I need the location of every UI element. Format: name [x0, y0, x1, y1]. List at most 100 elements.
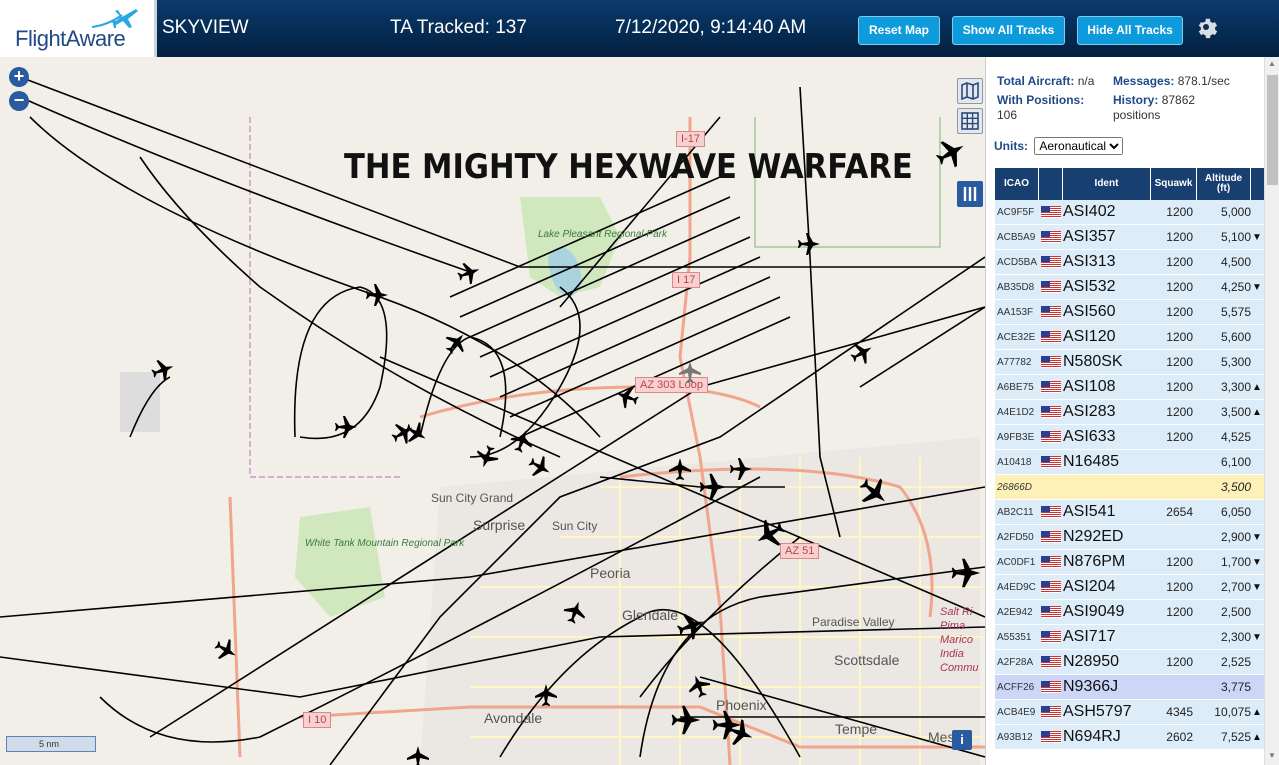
ident-cell: ASI283: [1063, 403, 1116, 420]
us-flag-icon: [1041, 531, 1061, 543]
aircraft-icon: [524, 451, 556, 483]
aircraft-icon: [560, 597, 590, 627]
table-row[interactable]: A4E1D2 ASI283 1200 3,500 ▲: [995, 400, 1264, 425]
table-row[interactable]: ACB5A9 ASI357 1200 5,100 ▼: [995, 225, 1264, 250]
icao-cell: A93B12: [997, 731, 1033, 743]
aircraft-icon: [750, 514, 790, 554]
altitude-cell: 3,500: [1220, 405, 1251, 419]
aircraft-icon: [699, 473, 727, 501]
hide-all-tracks-button[interactable]: Hide All Tracks: [1077, 16, 1183, 45]
show-all-tracks-button[interactable]: Show All Tracks: [952, 16, 1065, 45]
us-flag-icon: [1041, 631, 1061, 643]
ident-cell: ASI402: [1063, 203, 1116, 220]
us-flag-icon: [1041, 381, 1061, 393]
altitude-cell: 5,000: [1220, 205, 1251, 219]
icao-cell: AC9F5F: [997, 206, 1035, 218]
table-row[interactable]: A2FD50 N292ED 2,900 ▼: [995, 525, 1264, 550]
table-row[interactable]: A93B12 N694RJ 2602 7,525 ▲: [995, 725, 1264, 750]
ident-cell: ASI357: [1063, 228, 1116, 245]
table-row[interactable]: AB2C11 ASI541 2654 6,050: [995, 500, 1264, 525]
table-row[interactable]: ACE32E ASI120 1200 5,600: [995, 325, 1264, 350]
ident-cell: ASI313: [1063, 253, 1116, 270]
map-scale: 5 nm: [6, 736, 96, 752]
zoom-out-button[interactable]: −: [9, 91, 29, 111]
flag-cell: [1039, 731, 1063, 743]
table-row[interactable]: 26866D 3,500: [995, 475, 1264, 500]
history-value: 87862: [1161, 93, 1196, 107]
aircraft-layer: [148, 133, 981, 765]
table-row[interactable]: AA153F ASI560 1200 5,575: [995, 300, 1264, 325]
table-row[interactable]: A55351 ASI717 2,300 ▼: [995, 625, 1264, 650]
squawk-cell: 2654: [1166, 505, 1193, 519]
messages-label: Messages:: [1113, 74, 1175, 88]
icao-cell: A10418: [997, 456, 1032, 468]
aircraft-icon: [853, 471, 895, 513]
table-row[interactable]: A9FB3E ASI633 1200 4,525: [995, 425, 1264, 450]
table-row[interactable]: A10418 N16485 6,100: [995, 450, 1264, 475]
ident-cell: ASI108: [1063, 378, 1116, 395]
ident-cell: ASI560: [1063, 303, 1116, 320]
flightaware-logo[interactable]: FlightAware: [0, 0, 157, 57]
table-row[interactable]: ACFF26 N9366J 3,775: [995, 675, 1264, 700]
us-flag-icon: [1041, 256, 1061, 268]
messages-value: 878.1/sec: [1177, 74, 1230, 88]
col-icao[interactable]: ICAO: [995, 168, 1039, 200]
vertical-rate-arrow: ▼: [1252, 556, 1262, 568]
flag-cell: [1039, 381, 1063, 393]
icao-cell: A55351: [997, 631, 1032, 643]
scroll-up-arrow[interactable]: ▲: [1268, 59, 1276, 68]
scroll-down-arrow[interactable]: ▼: [1268, 751, 1276, 760]
altitude-cell: 3,500: [1220, 480, 1251, 494]
us-flag-icon: [1041, 506, 1061, 518]
squawk-cell: 1200: [1166, 555, 1193, 569]
gear-icon[interactable]: [1194, 15, 1218, 39]
info-button[interactable]: i: [952, 730, 972, 750]
us-flag-icon: [1041, 231, 1061, 243]
icao-cell: ACD5BA: [997, 256, 1038, 268]
map-view[interactable]: THE MIGHTY HEXWAVE WARFARE Lake Pleasant…: [0, 57, 985, 765]
table-row[interactable]: A6BE75 ASI108 1200 3,300 ▲: [995, 375, 1264, 400]
aircraft-icon: [612, 382, 642, 412]
us-flag-icon: [1041, 406, 1061, 418]
col-extra[interactable]: [1251, 168, 1264, 200]
grid-toggle-button[interactable]: [957, 108, 983, 134]
app-name: SKYVIEW: [162, 17, 249, 38]
us-flag-icon: [1041, 331, 1061, 343]
table-row[interactable]: AC0DF1 N876PM 1200 1,700 ▼: [995, 550, 1264, 575]
squawk-cell: 1200: [1166, 205, 1193, 219]
icao-cell: A2FD50: [997, 531, 1034, 543]
table-row[interactable]: A2F28A N28950 1200 2,525: [995, 650, 1264, 675]
table-row[interactable]: AB35D8 ASI532 1200 4,250 ▼: [995, 275, 1264, 300]
map-layers-button[interactable]: [957, 78, 983, 104]
table-row[interactable]: A77782 N580SK 1200 5,300: [995, 350, 1264, 375]
units-select[interactable]: Aeronautical: [1034, 137, 1124, 155]
squawk-cell: 1200: [1166, 305, 1193, 319]
table-row[interactable]: A4ED9C ASI204 1200 2,700 ▼: [995, 575, 1264, 600]
col-flag[interactable]: [1039, 168, 1063, 200]
col-altitude[interactable]: Altitude (ft): [1197, 168, 1251, 200]
airplane-logo-icon: [91, 9, 138, 28]
with-positions-value: 106: [997, 108, 1018, 122]
squawk-cell: 1200: [1166, 230, 1193, 244]
col-ident[interactable]: Ident: [1063, 168, 1151, 200]
scroll-thumb[interactable]: [1267, 75, 1278, 185]
icao-cell: A2E942: [997, 606, 1033, 618]
reset-map-button[interactable]: Reset Map: [858, 16, 940, 45]
units-control: Units: Aeronautical: [994, 137, 1124, 155]
ident-cell: ASI541: [1063, 503, 1116, 520]
flag-cell: [1039, 581, 1063, 593]
us-flag-icon: [1041, 356, 1061, 368]
table-row[interactable]: ACD5BA ASI313 1200 4,500: [995, 250, 1264, 275]
zoom-in-button[interactable]: +: [9, 67, 29, 87]
icao-cell: ACB4E9: [997, 706, 1036, 718]
panel-scrollbar[interactable]: ▲ ▼: [1264, 57, 1279, 765]
table-row[interactable]: AC9F5F ASI402 1200 5,000: [995, 200, 1264, 225]
ident-cell: ASI9049: [1063, 603, 1125, 620]
table-row[interactable]: A2E942 ASI9049 1200 2,500: [995, 600, 1264, 625]
altitude-cell: 5,600: [1220, 330, 1251, 344]
columns-toggle-button[interactable]: [957, 181, 983, 207]
col-squawk[interactable]: Squawk: [1151, 168, 1197, 200]
vertical-rate-arrow: ▼: [1252, 581, 1262, 593]
table-row[interactable]: ACB4E9 ASH5797 4345 10,075 ▲: [995, 700, 1264, 725]
flag-cell: [1039, 306, 1063, 318]
